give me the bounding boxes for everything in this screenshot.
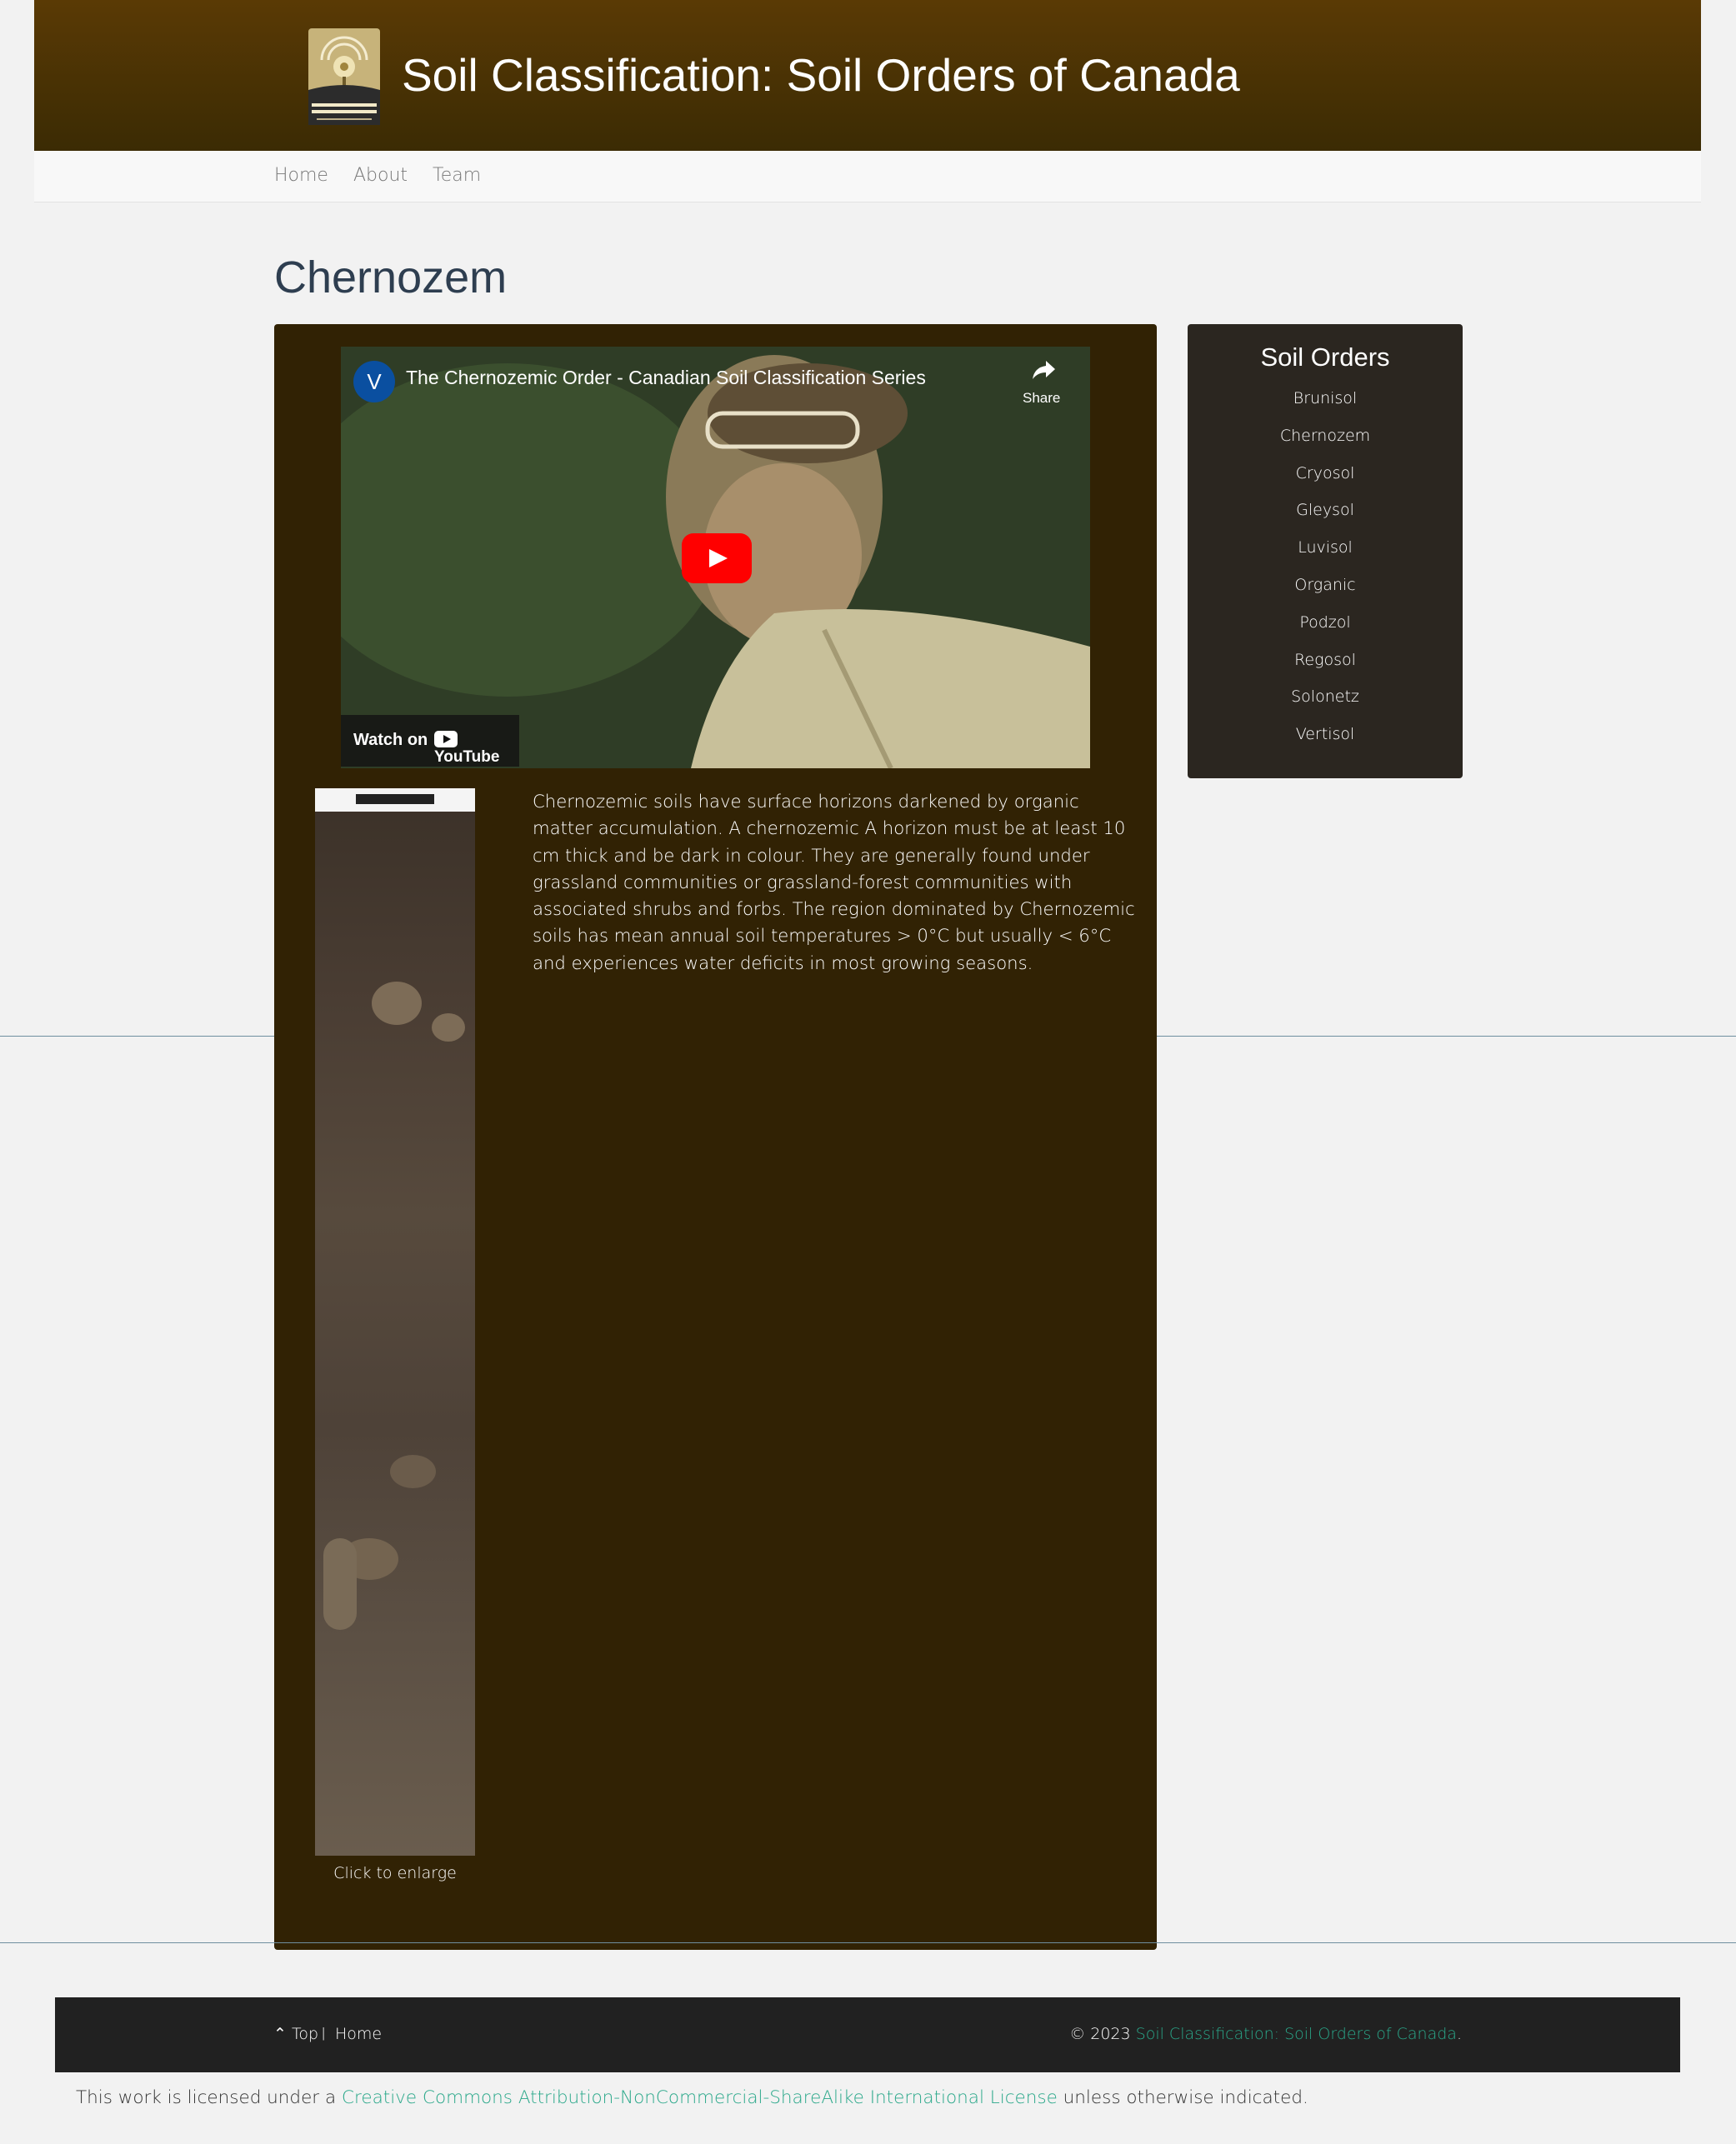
sidebar-item-brunisol[interactable]: Brunisol	[1188, 387, 1463, 425]
soil-rock	[372, 982, 422, 1025]
site-header: Soil Classification: Soil Orders of Cana…	[34, 0, 1701, 151]
youtube-label: YouTube	[434, 748, 500, 766]
page-title: Chernozem	[274, 252, 508, 302]
watch-on-label: Watch on	[353, 731, 428, 749]
footer-home-link[interactable]: Home	[335, 2025, 382, 2043]
channel-avatar[interactable]: V	[353, 361, 395, 402]
video-title[interactable]: The Chernozemic Order - Canadian Soil Cl…	[406, 367, 926, 389]
youtube-logo: YouTube	[434, 730, 508, 766]
footer-copyright: © 2023 Soil Classification: Soil Orders …	[1069, 2025, 1462, 2043]
sidebar-item-chernozem[interactable]: Chernozem	[1188, 425, 1463, 462]
back-to-top-link[interactable]: ⌃ Top	[273, 2025, 318, 2043]
youtube-icon	[434, 730, 458, 747]
soil-image-label-strip	[315, 788, 475, 812]
share-label[interactable]: Share	[1023, 390, 1060, 407]
copyright-prefix: © 2023	[1069, 2025, 1131, 2043]
sidebar-item-vertisol[interactable]: Vertisol	[1188, 723, 1463, 761]
sidebar-heading: Soil Orders	[1260, 342, 1390, 372]
footer-separator: |	[322, 2025, 326, 2041]
copyright-suffix: .	[1456, 2025, 1462, 2043]
soil-rock	[432, 1013, 465, 1042]
soil-rock	[323, 1538, 357, 1630]
site-title: Soil Classification: Soil Orders of Cana…	[402, 49, 1240, 101]
sidebar-item-solonetz[interactable]: Solonetz	[1188, 686, 1463, 723]
chernozem-description: Chernozemic soils have surface horizons …	[533, 791, 1135, 973]
share-icon[interactable]	[1031, 358, 1056, 382]
soil-orders-sidebar: Soil Orders Brunisol Chernozem Cryosol G…	[1188, 324, 1463, 778]
site-footer: ⌃ Top | Home © 2023 Soil Classification:…	[55, 1997, 1680, 2072]
navbar: Home About Team	[34, 151, 1701, 202]
license-prefix: This work is licensed under a	[76, 2087, 337, 2108]
nav-about[interactable]: About	[353, 165, 408, 186]
sidebar-item-luvisol[interactable]: Luvisol	[1188, 537, 1463, 574]
soil-rock	[390, 1455, 436, 1488]
sidebar-item-regosol[interactable]: Regosol	[1188, 649, 1463, 687]
watch-on-youtube-button[interactable]: Watch on YouTube	[341, 715, 519, 767]
sidebar-list: Brunisol Chernozem Cryosol Gleysol Luvis…	[1188, 387, 1463, 761]
copyright-site-link[interactable]: Soil Classification: Soil Orders of Cana…	[1136, 2025, 1457, 2043]
soil-image-tag	[356, 794, 434, 804]
enlarge-caption[interactable]: Click to enlarge	[315, 1864, 475, 1882]
play-button[interactable]	[682, 533, 752, 583]
nav-home[interactable]: Home	[274, 165, 328, 186]
license-suffix: unless otherwise indicated.	[1063, 2087, 1308, 2108]
site-logo[interactable]	[308, 28, 380, 125]
license-notice: This work is licensed under a Creative C…	[76, 2087, 1308, 2108]
sidebar-item-podzol[interactable]: Podzol	[1188, 612, 1463, 649]
sidebar-item-cryosol[interactable]: Cryosol	[1188, 462, 1463, 500]
soil-profile-image[interactable]	[315, 788, 475, 1856]
nav-team[interactable]: Team	[433, 165, 481, 186]
youtube-video-embed[interactable]: V The Chernozemic Order - Canadian Soil …	[341, 347, 1090, 768]
sidebar-item-gleysol[interactable]: Gleysol	[1188, 499, 1463, 537]
horizontal-divider	[0, 1942, 1736, 1943]
back-to-top-label: Top	[291, 2025, 319, 2043]
sidebar-item-organic[interactable]: Organic	[1188, 574, 1463, 612]
chevron-up-icon: ⌃	[273, 2025, 287, 2043]
license-link[interactable]: Creative Commons Attribution-NonCommerci…	[342, 2087, 1058, 2108]
